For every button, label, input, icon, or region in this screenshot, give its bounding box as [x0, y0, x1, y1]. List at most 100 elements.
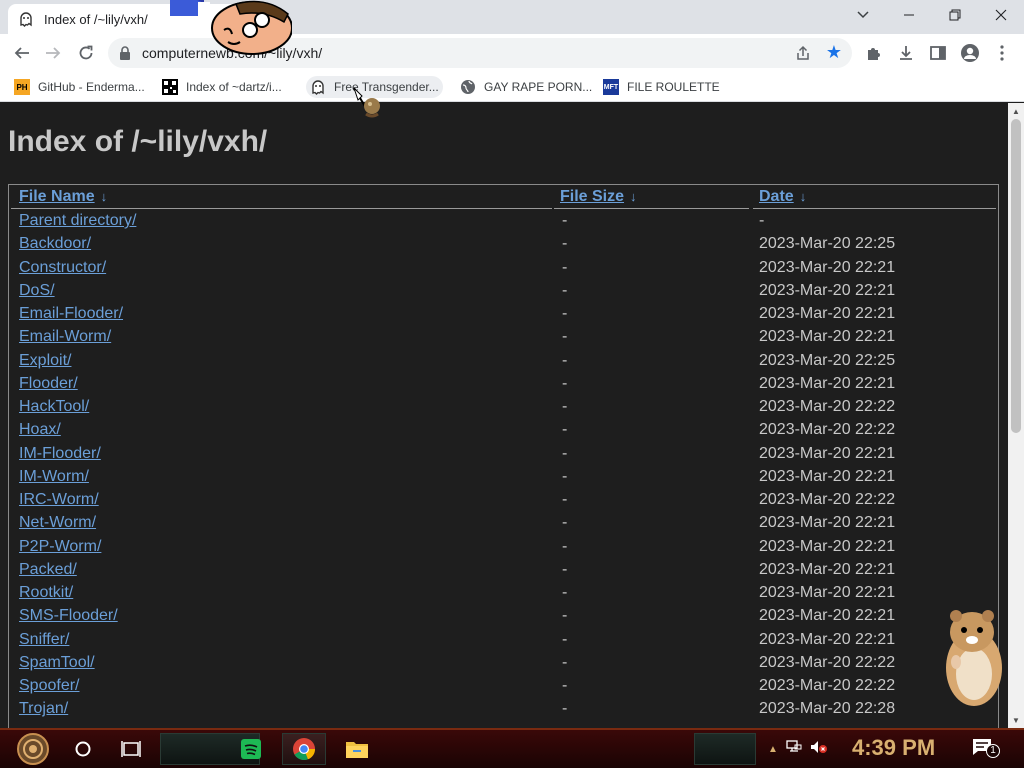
scrollbar-thumb[interactable]	[1011, 119, 1021, 433]
file-name-link[interactable]: IM-Worm/	[19, 468, 89, 486]
file-name-link[interactable]: Exploit/	[19, 352, 71, 370]
page-title: Index of /~lily/vxh/	[8, 125, 268, 158]
menu-dots-icon[interactable]	[992, 43, 1012, 63]
file-name-link[interactable]: Email-Flooder/	[19, 305, 123, 323]
file-size-cell: -	[562, 398, 568, 415]
extensions-puzzle-icon[interactable]	[864, 43, 884, 63]
tray-overflow-icon[interactable]: ▲	[768, 744, 778, 755]
column-header-date[interactable]: Date ↓	[759, 188, 806, 206]
date-cell: 2023-Mar-20 22:28	[759, 700, 896, 718]
bookmark-label: Index of ~dartz/i...	[186, 80, 282, 94]
date-cell: 2023-Mar-20 22:21	[759, 374, 896, 392]
table-row: Email-Worm/ - 2023-Mar-20 22:21	[9, 328, 998, 351]
table-row: Spoofer/ - 2023-Mar-20 22:22	[9, 677, 998, 700]
file-name-link[interactable]: DoS/	[19, 282, 55, 300]
bookmark-item[interactable]: PH GitHub - Enderma...	[10, 76, 149, 98]
file-name-link[interactable]: Sniffer/	[19, 631, 69, 649]
reload-icon[interactable]	[73, 41, 99, 65]
table-row: Packed/ - 2023-Mar-20 22:21	[9, 561, 998, 584]
file-name-link[interactable]: Trojan/	[19, 700, 68, 718]
network-icon[interactable]	[786, 739, 802, 759]
scroll-up-arrow-icon[interactable]: ▲	[1008, 103, 1024, 119]
file-name-link[interactable]: Backdoor/	[19, 235, 91, 253]
file-name-link[interactable]: Flooder/	[19, 375, 78, 393]
start-button[interactable]	[10, 732, 56, 766]
table-row: Constructor/ - 2023-Mar-20 22:21	[9, 259, 998, 282]
file-name-link[interactable]: Email-Worm/	[19, 328, 111, 346]
file-size-cell: -	[562, 514, 568, 532]
share-icon[interactable]	[794, 44, 812, 62]
vertical-scrollbar[interactable]: ▲ ▼	[1008, 103, 1024, 728]
minimize-icon[interactable]	[886, 0, 932, 30]
back-arrow-icon[interactable]	[9, 41, 35, 65]
bookmarks-bar: PH GitHub - Enderma... Index of ~dartz/i…	[0, 72, 1024, 102]
table-row: Sniffer/ - 2023-Mar-20 22:21	[9, 631, 998, 654]
monkey-cursor-sticker	[352, 86, 384, 120]
table-row: HackTool/ - 2023-Mar-20 22:22	[9, 398, 998, 421]
file-name-link[interactable]: IRC-Worm/	[19, 491, 99, 509]
bookmark-item[interactable]: GAY RAPE PORN...	[456, 76, 596, 98]
date-cell: 2023-Mar-20 22:21	[759, 514, 896, 532]
file-name-link[interactable]: P2P-Worm/	[19, 538, 101, 556]
table-row: Backdoor/ - 2023-Mar-20 22:25	[9, 235, 998, 258]
scroll-down-arrow-icon[interactable]: ▼	[1008, 712, 1024, 728]
file-name-link[interactable]: Spoofer/	[19, 677, 79, 695]
table-row: Rootkit/ - 2023-Mar-20 22:21	[9, 584, 998, 607]
header-divider	[554, 208, 749, 209]
table-row: SMS-Flooder/ - 2023-Mar-20 22:21	[9, 607, 998, 630]
file-size-cell: -	[562, 491, 568, 508]
volume-muted-icon[interactable]	[810, 740, 828, 759]
restore-icon[interactable]	[932, 0, 978, 30]
download-icon[interactable]	[896, 43, 916, 63]
date-cell: -	[759, 212, 765, 229]
forward-arrow-icon[interactable]	[40, 41, 66, 65]
title-bar: Index of /~lily/vxh/ ✕	[0, 0, 1024, 34]
bookmark-star-icon[interactable]: ★	[826, 42, 842, 63]
notification-center[interactable]: 1	[972, 730, 1000, 768]
date-cell: 2023-Mar-20 22:21	[759, 281, 896, 299]
file-explorer-icon[interactable]	[344, 736, 370, 762]
column-header-file-size[interactable]: File Size ↓	[560, 188, 637, 206]
profile-avatar-icon[interactable]	[960, 43, 980, 63]
file-size-cell: -	[562, 584, 568, 601]
bookmark-label: GAY RAPE PORN...	[484, 80, 593, 94]
action-center-icon[interactable]: 1	[972, 738, 1000, 761]
file-name-link[interactable]: SpamTool/	[19, 654, 95, 672]
file-size-cell: -	[562, 607, 568, 625]
taskbar-clock[interactable]: 4:39 PM	[852, 735, 935, 761]
file-name-link[interactable]: HackTool/	[19, 398, 89, 416]
window-close-icon[interactable]	[978, 0, 1024, 30]
file-name-link[interactable]: SMS-Flooder/	[19, 607, 118, 625]
cortana-search-icon[interactable]	[70, 736, 96, 762]
browser-toolbar: computernewb.com/~lily/vxh/ ★	[0, 34, 1024, 72]
date-cell: 2023-Mar-20 22:21	[759, 537, 896, 555]
file-size-cell: -	[562, 700, 568, 718]
side-panel-icon[interactable]	[928, 43, 948, 63]
column-header-file-name[interactable]: File Name ↓	[19, 188, 107, 206]
file-name-link[interactable]: Parent directory/	[19, 212, 136, 230]
taskbar-slot	[694, 733, 756, 765]
table-row: P2P-Worm/ - 2023-Mar-20 22:21	[9, 538, 998, 561]
task-view-icon[interactable]	[118, 736, 144, 762]
lock-icon[interactable]	[118, 45, 134, 61]
date-cell: 2023-Mar-20 22:22	[759, 677, 896, 694]
bookmark-label: Free Transgender...	[334, 80, 439, 94]
table-row: Email-Flooder/ - 2023-Mar-20 22:21	[9, 305, 998, 328]
file-name-link[interactable]: Packed/	[19, 561, 77, 579]
bookmark-item[interactable]: Index of ~dartz/i...	[158, 76, 286, 98]
file-name-link[interactable]: IM-Flooder/	[19, 445, 101, 463]
file-name-link[interactable]: Constructor/	[19, 259, 106, 277]
date-cell: 2023-Mar-20 22:21	[759, 467, 896, 485]
globe-icon	[460, 79, 476, 95]
file-name-link[interactable]: Hoax/	[19, 421, 61, 439]
file-name-link[interactable]: Rootkit/	[19, 584, 73, 602]
chrome-icon[interactable]	[291, 736, 317, 762]
file-listing-table: File Name ↓ File Size ↓ Date ↓ Parent direc…	[8, 184, 999, 728]
spotify-icon[interactable]	[238, 736, 264, 762]
chevron-down-icon[interactable]	[852, 6, 874, 24]
file-name-link[interactable]: Net-Worm/	[19, 514, 96, 532]
bookmark-item[interactable]: MFT FILE ROULETTE	[599, 76, 724, 98]
table-row: Hoax/ - 2023-Mar-20 22:22	[9, 421, 998, 444]
date-cell: 2023-Mar-20 22:21	[759, 630, 896, 648]
qr-code-icon	[162, 79, 178, 95]
